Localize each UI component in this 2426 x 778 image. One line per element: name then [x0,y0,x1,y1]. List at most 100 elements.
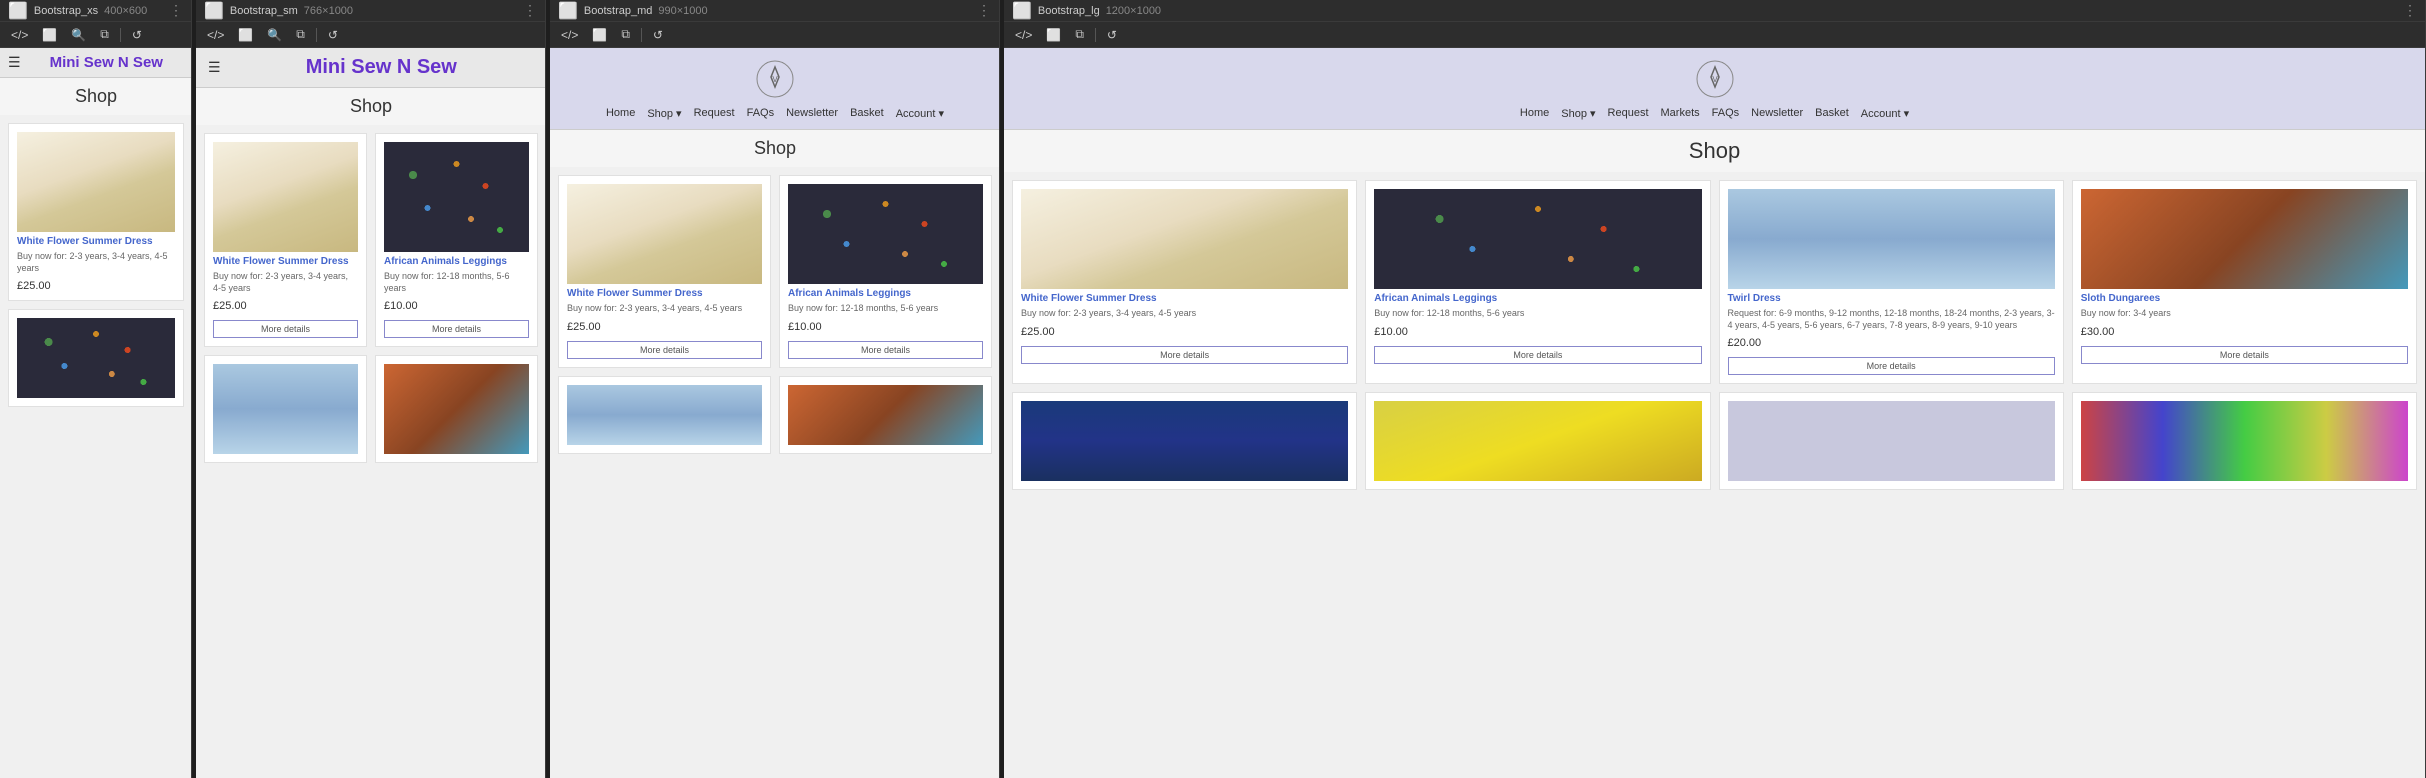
lg-product-card-7 [1719,392,2064,490]
sm-product-img-1 [213,142,358,252]
md-product-name-2[interactable]: African Animals Leggings [788,288,983,299]
sm-page-title-section: Shop [196,88,545,125]
nav-lg: V Home Shop ▾ Request Markets FAQs Newsl… [1004,48,2425,130]
panel-xs-header: ⬜ Bootstrap_xs 400×600 ⋮ [0,0,191,22]
sm-product-img-4 [384,364,529,454]
lg-nav-link-newsletter[interactable]: Newsletter [1751,107,1803,120]
lg-more-details-1[interactable]: More details [1021,346,1348,364]
lg-nav-link-markets[interactable]: Markets [1661,107,1700,120]
lg-code-icon[interactable]: </> [1012,27,1035,43]
sm-more-details-2[interactable]: More details [384,320,529,338]
sm-product-price-2: £10.00 [384,300,529,312]
newtab-icon[interactable]: ⧉ [97,26,112,43]
panel-lg-dimensions: 1200×1000 [1106,5,1161,17]
lg-product-img-1 [1021,189,1348,289]
nav-link-newsletter[interactable]: Newsletter [786,107,838,120]
nav-link-request[interactable]: Request [694,107,735,120]
panel-xs-menu-icon[interactable]: ⋮ [169,2,183,19]
panel-md-title: Bootstrap_md [584,5,652,17]
md-more-details-1[interactable]: More details [567,341,762,359]
lg-nav-link-account[interactable]: Account ▾ [1861,107,1909,120]
lg-more-details-4[interactable]: More details [2081,346,2408,364]
sm-product-name-1[interactable]: White Flower Summer Dress [213,256,358,267]
inspect-icon[interactable]: 🔍 [68,27,89,43]
hamburger-icon[interactable]: ☰ [8,54,21,71]
panel-sm: ⬜ Bootstrap_sm 766×1000 ⋮ </> ⬜ 🔍 ⧉ ↺ ☰ … [196,0,546,778]
lg-product-card-1: White Flower Summer Dress Buy now for: 2… [1012,180,1357,384]
lg-product-name-4[interactable]: Sloth Dungarees [2081,293,2408,304]
md-shop-container[interactable]: White Flower Summer Dress Buy now for: 2… [550,167,999,778]
md-product-desc-1: Buy now for: 2-3 years, 3-4 years, 4-5 y… [567,303,762,315]
md-refresh-icon[interactable]: ↺ [650,27,666,43]
nav-lg-links: Home Shop ▾ Request Markets FAQs Newslet… [1016,104,2413,123]
sm-device-icon[interactable]: ⬜ [235,27,256,43]
panel-md-toolbar: </> ⬜ ⧉ ↺ [550,22,999,48]
md-product-name-1[interactable]: White Flower Summer Dress [567,288,762,299]
refresh-icon[interactable]: ↺ [129,27,145,43]
xs-product-card-2 [8,309,184,407]
lg-product-name-1[interactable]: White Flower Summer Dress [1021,293,1348,304]
nav-link-faqs[interactable]: FAQs [747,107,775,120]
lg-more-details-2[interactable]: More details [1374,346,1701,364]
sm-shop-container[interactable]: White Flower Summer Dress Buy now for: 2… [196,125,545,778]
lg-nav-link-home[interactable]: Home [1520,107,1549,120]
md-newtab-icon[interactable]: ⧉ [618,26,633,43]
panel-sm-menu-icon[interactable]: ⋮ [523,2,537,19]
lg-product-desc-4: Buy now for: 3-4 years [2081,308,2408,320]
lg-nav-link-shop[interactable]: Shop ▾ [1561,107,1595,120]
nav-link-home[interactable]: Home [606,107,635,120]
panel-lg-toolbar: </> ⬜ ⧉ ↺ [1004,22,2425,48]
panel-lg-menu-icon[interactable]: ⋮ [2403,2,2417,19]
lg-shop-container[interactable]: White Flower Summer Dress Buy now for: 2… [1004,172,2425,778]
md-product-img-1 [567,184,762,284]
xs-product-name-1[interactable]: White Flower Summer Dress [17,236,175,247]
lg-nav-link-faqs[interactable]: FAQs [1712,107,1740,120]
lg-product-img-7 [1728,401,2055,481]
xs-product-price-1: £25.00 [17,280,175,292]
lg-nav-link-request[interactable]: Request [1608,107,1649,120]
xs-brand: Mini Sew N Sew [29,54,184,71]
lg-product-desc-3: Request for: 6-9 months, 9-12 months, 12… [1728,308,2055,331]
sm-shop-grid: White Flower Summer Dress Buy now for: 2… [204,133,538,463]
sm-hamburger-icon[interactable]: ☰ [208,59,221,76]
lg-more-details-3[interactable]: More details [1728,357,2055,375]
sm-code-icon[interactable]: </> [204,27,227,43]
lg-newtab-icon[interactable]: ⧉ [1072,26,1087,43]
lg-refresh-icon[interactable]: ↺ [1104,27,1120,43]
panel-sm-toolbar: </> ⬜ 🔍 ⧉ ↺ [196,22,545,48]
xs-shop-container[interactable]: White Flower Summer Dress Buy now for: 2… [0,115,191,778]
nav-link-basket[interactable]: Basket [850,107,884,120]
lg-product-card-4: Sloth Dungarees Buy now for: 3-4 years £… [2072,180,2417,384]
nav-link-shop[interactable]: Shop ▾ [647,107,681,120]
nav-lg-logo: V [1691,58,1739,100]
site-sm-frame: ☰ Mini Sew N Sew Shop White Flower Summe… [196,48,545,778]
sm-page-title: Shop [204,96,538,117]
sm-refresh-icon[interactable]: ↺ [325,27,341,43]
lg-device-icon2[interactable]: ⬜ [1043,27,1064,43]
md-device-icon2[interactable]: ⬜ [589,27,610,43]
md-more-details-2[interactable]: More details [788,341,983,359]
sm-product-card-3 [204,355,367,463]
lg-product-img-3 [1728,189,2055,289]
panel-md-menu-icon[interactable]: ⋮ [977,2,991,19]
device-rotate-icon[interactable]: ⬜ [39,27,60,43]
nav-link-account[interactable]: Account ▾ [896,107,944,120]
sm-product-name-2[interactable]: African Animals Leggings [384,256,529,267]
sm-inspect-icon[interactable]: 🔍 [264,27,285,43]
sm-toolbar-divider [316,28,317,42]
lg-product-price-4: £30.00 [2081,326,2408,338]
sm-newtab-icon[interactable]: ⧉ [293,26,308,43]
nav-md-logo-row: V [562,54,988,104]
sm-more-details-1[interactable]: More details [213,320,358,338]
md-code-icon[interactable]: </> [558,27,581,43]
sm-product-desc-2: Buy now for: 12-18 months, 5-6 years [384,271,529,294]
lg-product-name-2[interactable]: African Animals Leggings [1374,293,1701,304]
lg-product-img-5 [1021,401,1348,481]
md-product-img-3 [567,385,762,445]
lg-nav-link-basket[interactable]: Basket [1815,107,1849,120]
lg-product-price-3: £20.00 [1728,337,2055,349]
lg-product-name-3[interactable]: Twirl Dress [1728,293,2055,304]
lg-product-img-8 [2081,401,2408,481]
code-icon[interactable]: </> [8,27,31,43]
lg-product-price-1: £25.00 [1021,326,1348,338]
